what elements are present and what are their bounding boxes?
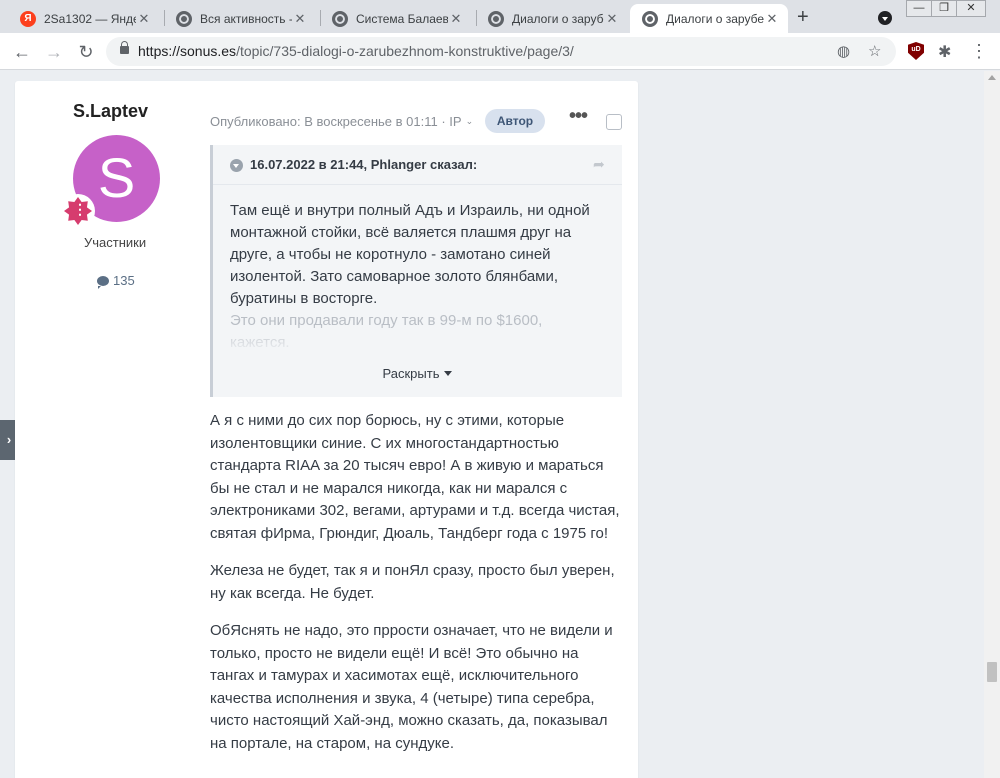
quote-header: 16.07.2022 в 21:44, Phlanger сказал: ➦ bbox=[213, 145, 622, 185]
ublock-extension-icon[interactable]: uD bbox=[908, 42, 924, 60]
close-tab-icon[interactable]: ✕ bbox=[136, 11, 152, 27]
browser-tab-2[interactable]: Вся активность - S ✕ bbox=[164, 4, 316, 33]
expand-button[interactable]: Раскрыть bbox=[213, 366, 622, 381]
close-tab-icon[interactable]: ✕ bbox=[764, 11, 780, 27]
browser-menu-icon[interactable]: ⋮ bbox=[970, 40, 988, 62]
caret-down-icon bbox=[444, 371, 453, 376]
globe-icon bbox=[332, 10, 348, 27]
post-count: 135 bbox=[97, 273, 135, 289]
close-window-button[interactable]: ✕ bbox=[956, 0, 986, 17]
post-paragraph: ОбЯснять не надо, это пррости означает, … bbox=[210, 622, 613, 752]
rank-flower-icon bbox=[64, 197, 92, 225]
author-group: Участники bbox=[84, 235, 147, 250]
scroll-up-arrow-icon[interactable] bbox=[988, 75, 996, 80]
browser-tab-strip: Я 2Sa1302 — Яндекс ✕ Вся активность - S … bbox=[0, 0, 1000, 33]
close-tab-icon[interactable]: ✕ bbox=[604, 11, 620, 27]
globe-icon bbox=[488, 10, 504, 27]
tab-title: Вся активность - S bbox=[200, 11, 292, 26]
extensions-puzzle-icon[interactable]: ✱ bbox=[938, 42, 951, 62]
post-select-checkbox[interactable] bbox=[606, 114, 622, 130]
published-text: Опубликовано: В воскресенье в 01:11 · IP bbox=[210, 114, 462, 129]
rank-badge bbox=[61, 194, 95, 228]
close-tab-icon[interactable]: ✕ bbox=[448, 11, 464, 27]
forum-post: S.Laptev S Участники 135 Опубликовано: В… bbox=[15, 81, 638, 778]
lock-icon[interactable] bbox=[120, 41, 129, 54]
globe-icon bbox=[642, 10, 658, 27]
address-bar[interactable]: https://sonus.es/topic/735-dialogi-o-zar… bbox=[106, 37, 896, 66]
quote-block: 16.07.2022 в 21:44, Phlanger сказал: ➦ Т… bbox=[210, 145, 622, 397]
post-paragraph: А я с ними до сих пор борюсь, ну с этими… bbox=[210, 412, 620, 542]
yandex-icon: Я bbox=[20, 10, 36, 27]
page-viewport: › S.Laptev S Участники 135 Опубликовано:… bbox=[0, 71, 1000, 778]
bookmark-star-icon[interactable]: ☆ bbox=[868, 42, 881, 60]
reload-button[interactable]: ↻ bbox=[74, 40, 98, 64]
back-button[interactable]: ← bbox=[10, 40, 34, 64]
tab-search-icon[interactable] bbox=[878, 11, 892, 25]
author-badge: Автор bbox=[485, 109, 545, 133]
post-count-value: 135 bbox=[113, 273, 135, 288]
post-paragraph: Железа не будет, так я и понЯл сразу, пр… bbox=[210, 562, 615, 602]
restore-button[interactable]: ❐ bbox=[931, 0, 957, 17]
post-content: А я с ними до сих пор борюсь, ну с этими… bbox=[210, 410, 620, 770]
tab-title: Диалоги о зарубеж bbox=[666, 11, 764, 26]
cookie-icon[interactable]: ◍ bbox=[837, 42, 850, 60]
browser-tab-active[interactable]: Диалоги о зарубеж ✕ bbox=[630, 4, 788, 33]
comment-icon bbox=[97, 275, 109, 289]
quote-text: Там ещё и внутри полный Адъ и Израиль, н… bbox=[230, 202, 590, 307]
browser-tab-4[interactable]: Диалоги о зарубеж ✕ bbox=[476, 4, 628, 33]
page-scrollbar[interactable] bbox=[984, 71, 1000, 778]
globe-icon bbox=[176, 10, 192, 27]
address-url[interactable]: https://sonus.es/topic/735-dialogi-o-zar… bbox=[138, 43, 574, 59]
post-menu-icon[interactable]: ••• bbox=[569, 105, 588, 128]
new-tab-button[interactable]: + bbox=[797, 6, 809, 29]
tab-title: 2Sa1302 — Яндекс bbox=[44, 11, 136, 26]
forward-button[interactable]: → bbox=[42, 40, 66, 64]
scrollbar-thumb[interactable] bbox=[987, 662, 997, 682]
quote-citation: 16.07.2022 в 21:44, Phlanger сказал: bbox=[250, 157, 478, 172]
quote-fade-overlay bbox=[213, 325, 622, 355]
tab-title: Система Балаева - bbox=[356, 11, 448, 26]
browser-tab-1[interactable]: Я 2Sa1302 — Яндекс ✕ bbox=[8, 4, 160, 33]
browser-toolbar: ← → ↻ https://sonus.es/topic/735-dialogi… bbox=[0, 33, 1000, 70]
minimize-button[interactable]: — bbox=[906, 0, 932, 17]
ip-dropdown-icon[interactable]: ⌄ bbox=[466, 116, 474, 127]
quote-collapse-icon[interactable] bbox=[230, 159, 243, 172]
tab-title: Диалоги о зарубеж bbox=[512, 11, 604, 26]
expand-label: Раскрыть bbox=[382, 366, 440, 381]
close-tab-icon[interactable]: ✕ bbox=[292, 11, 308, 27]
browser-tab-3[interactable]: Система Балаева - ✕ bbox=[320, 4, 472, 33]
post-meta: Опубликовано: В воскресенье в 01:11 · IP… bbox=[210, 114, 473, 129]
quote-share-icon[interactable]: ➦ bbox=[593, 156, 605, 173]
author-name[interactable]: S.Laptev bbox=[73, 101, 148, 122]
